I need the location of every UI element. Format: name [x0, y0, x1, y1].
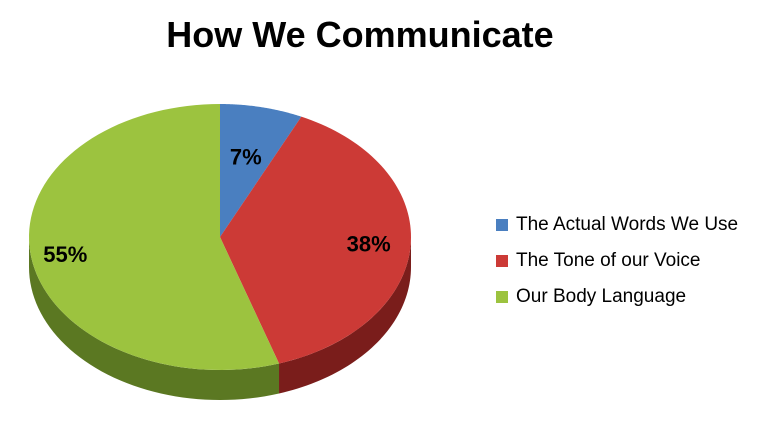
- legend-item-body: Our Body Language: [496, 279, 764, 315]
- legend-item-tone: The Tone of our Voice: [496, 243, 764, 279]
- slice-label-body: 55%: [43, 242, 87, 267]
- legend-label-body: Our Body Language: [516, 286, 687, 307]
- slice-label-tone: 38%: [347, 232, 391, 257]
- legend-label-words: The Actual Words We Use: [516, 214, 739, 235]
- legend-label-tone: The Tone of our Voice: [516, 250, 701, 271]
- legend-swatch-body: [496, 291, 508, 303]
- slice-label-words: 7%: [230, 145, 262, 170]
- legend: The Actual Words We Use The Tone of our …: [496, 207, 764, 315]
- legend-swatch-words: [496, 219, 508, 231]
- pie-chart: How We Communicate 7% 38% 55% The Actual W…: [0, 0, 767, 427]
- legend-swatch-tone: [496, 255, 508, 267]
- legend-item-words: The Actual Words We Use: [496, 207, 764, 243]
